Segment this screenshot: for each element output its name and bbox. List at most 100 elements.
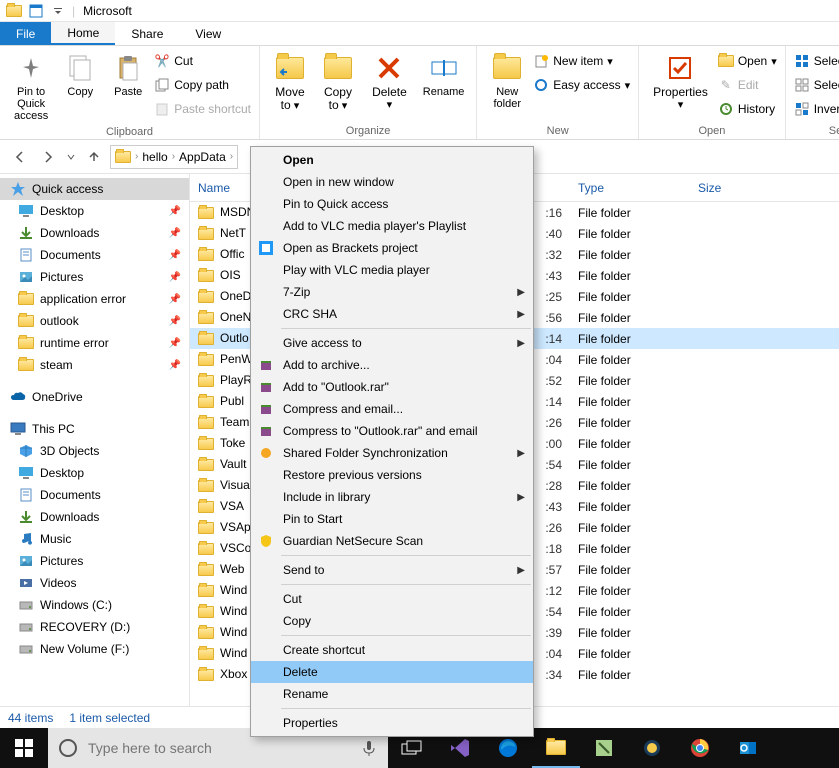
recent-locations-button[interactable] [64,145,78,169]
nav-item[interactable]: New Volume (F:) [0,638,189,660]
ctx-give-access[interactable]: Give access to▶ [251,332,533,354]
address-bar[interactable]: ›hello›AppData› [110,145,238,169]
paste-button[interactable]: Paste [106,50,150,100]
select-all-button[interactable]: Select all [794,50,839,72]
videos-icon [18,575,34,591]
ctx-cut[interactable]: Cut [251,588,533,610]
back-button[interactable] [8,145,32,169]
folder-icon [18,357,34,373]
forward-button[interactable] [36,145,60,169]
rename-button[interactable]: Rename [419,50,468,100]
nav-item[interactable]: Pictures📌 [0,266,189,288]
copy-button[interactable]: Copy [58,50,102,100]
pin-to-quick-access-button[interactable]: Pin to Quick access [8,50,54,124]
navigation-pane[interactable]: Quick access Desktop📌Downloads📌Documents… [0,174,190,706]
folder-icon [198,352,214,368]
nav-item[interactable]: runtime error📌 [0,332,189,354]
ctx-7zip[interactable]: 7-Zip▶ [251,281,533,303]
delete-button[interactable]: Delete ▾ [364,50,415,113]
ctx-vlc-play[interactable]: Play with VLC media player [251,259,533,281]
nav-item[interactable]: Music [0,528,189,550]
folder-icon [198,289,214,305]
invert-selection-button[interactable]: Invert selection [794,98,839,120]
properties-button[interactable]: Properties ▾ [647,50,714,113]
nav-item[interactable]: Pictures [0,550,189,572]
status-selection: 1 item selected [69,711,150,725]
ctx-restore-versions[interactable]: Restore previous versions [251,464,533,486]
mic-icon[interactable] [360,739,378,757]
taskbar-app-explorer[interactable] [532,728,580,768]
open-button[interactable]: Open ▾ [718,50,777,72]
edit-button[interactable]: ✎Edit [718,74,777,96]
column-type[interactable]: Type [570,181,690,195]
nav-item[interactable]: 3D Objects [0,440,189,462]
copy-to-button[interactable]: Copy to ▾ [316,50,360,114]
tab-share[interactable]: Share [115,22,179,45]
folder-icon[interactable] [4,1,24,21]
properties-icon[interactable] [26,1,46,21]
paste-shortcut-button[interactable]: Paste shortcut [154,98,251,120]
taskbar-app-notepadpp[interactable] [580,728,628,768]
search-input[interactable] [88,740,350,756]
nav-item[interactable]: Downloads [0,506,189,528]
select-none-button[interactable]: Select none [794,74,839,96]
history-button[interactable]: History [718,98,777,120]
ribbon-group-clipboard: Pin to Quick access Copy Paste ✂️Cut Cop… [0,46,260,139]
taskbar-app-outlook[interactable] [724,728,772,768]
ctx-open-new-window[interactable]: Open in new window [251,171,533,193]
tab-home[interactable]: Home [51,22,115,45]
column-size[interactable]: Size [690,181,770,195]
nav-item[interactable]: steam📌 [0,354,189,376]
ctx-create-shortcut[interactable]: Create shortcut [251,639,533,661]
nav-item[interactable]: Videos [0,572,189,594]
ribbon-group-new: New folder New item ▾ Easy access ▾ New [477,46,639,139]
new-folder-button[interactable]: New folder [485,50,529,112]
pin-icon: 📌 [169,338,181,349]
taskbar-app-generic[interactable] [628,728,676,768]
new-item-button[interactable]: New item ▾ [533,50,630,72]
ctx-vlc-playlist[interactable]: Add to VLC media player's Playlist [251,215,533,237]
ctx-delete[interactable]: Delete [251,661,533,683]
window-title: Microsoft [83,4,132,18]
copy-path-button[interactable]: Copy path [154,74,251,96]
ctx-pin-quick-access[interactable]: Pin to Quick access [251,193,533,215]
tab-view[interactable]: View [179,22,237,45]
ctx-compress-email[interactable]: Compress and email... [251,398,533,420]
ctx-rename[interactable]: Rename [251,683,533,705]
ctx-add-outlook-rar[interactable]: Add to "Outlook.rar" [251,376,533,398]
nav-quick-access[interactable]: Quick access [0,178,189,200]
ctx-shared-sync[interactable]: Shared Folder Synchronization▶ [251,442,533,464]
ctx-copy[interactable]: Copy [251,610,533,632]
cut-button[interactable]: ✂️Cut [154,50,251,72]
nav-this-pc[interactable]: This PC [0,418,189,440]
tab-file[interactable]: File [0,22,51,45]
ctx-netsecure-scan[interactable]: Guardian NetSecure Scan [251,530,533,552]
nav-item[interactable]: outlook📌 [0,310,189,332]
ctx-crc-sha[interactable]: CRC SHA▶ [251,303,533,325]
nav-item[interactable]: Desktop [0,462,189,484]
breadcrumb-segment[interactable]: hello [142,150,167,164]
breadcrumb-segment[interactable]: AppData [179,150,226,164]
ctx-pin-start[interactable]: Pin to Start [251,508,533,530]
move-to-button[interactable]: Move to ▾ [268,50,312,114]
easy-access-button[interactable]: Easy access ▾ [533,74,630,96]
nav-onedrive[interactable]: OneDrive [0,386,189,408]
start-button[interactable] [0,728,48,768]
nav-item[interactable]: Windows (C:) [0,594,189,616]
ctx-include-library[interactable]: Include in library▶ [251,486,533,508]
ctx-add-archive[interactable]: Add to archive... [251,354,533,376]
nav-item[interactable]: Downloads📌 [0,222,189,244]
ctx-compress-outlook-email[interactable]: Compress to "Outlook.rar" and email [251,420,533,442]
up-button[interactable] [82,145,106,169]
nav-item[interactable]: Documents [0,484,189,506]
ctx-send-to[interactable]: Send to▶ [251,559,533,581]
nav-item[interactable]: Documents📌 [0,244,189,266]
qat-dropdown-icon[interactable] [48,1,68,21]
nav-item[interactable]: application error📌 [0,288,189,310]
ctx-properties[interactable]: Properties [251,712,533,734]
taskbar-app-chrome[interactable] [676,728,724,768]
ctx-open[interactable]: Open [251,149,533,171]
nav-item[interactable]: RECOVERY (D:) [0,616,189,638]
nav-item[interactable]: Desktop📌 [0,200,189,222]
ctx-brackets[interactable]: Open as Brackets project [251,237,533,259]
